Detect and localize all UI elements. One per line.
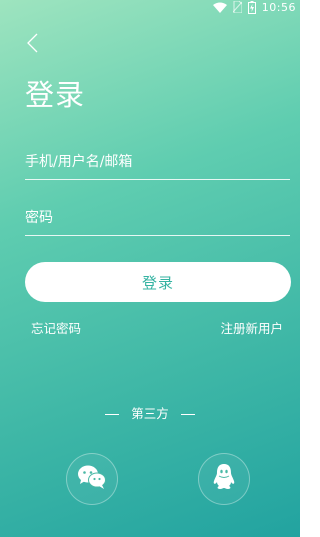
divider-line-left [105,414,120,415]
wechat-icon [77,464,107,494]
no-sim-icon [232,1,242,13]
login-screen: 10:56 登录 登录 忘记密码 注册新用户 第三方 [0,0,300,537]
register-link[interactable]: 注册新用户 [220,318,283,337]
divider-line-right [180,414,195,415]
third-party-divider: 第三方 [0,403,300,422]
qq-icon [211,463,237,495]
status-time: 10:56 [261,0,296,14]
wifi-icon [212,2,227,13]
chevron-left-icon [26,33,38,57]
status-bar: 10:56 [0,0,300,14]
login-button[interactable]: 登录 [25,262,291,302]
back-button[interactable] [22,33,42,57]
page-title: 登录 [25,78,86,112]
account-input[interactable] [25,147,290,177]
account-field [25,147,290,180]
wechat-login-button[interactable] [66,453,118,505]
password-field [25,203,290,236]
password-input[interactable] [25,203,290,233]
third-party-label: 第三方 [131,406,169,421]
battery-icon [247,0,256,14]
qq-login-button[interactable] [198,453,250,505]
forgot-password-link[interactable]: 忘记密码 [31,318,81,337]
